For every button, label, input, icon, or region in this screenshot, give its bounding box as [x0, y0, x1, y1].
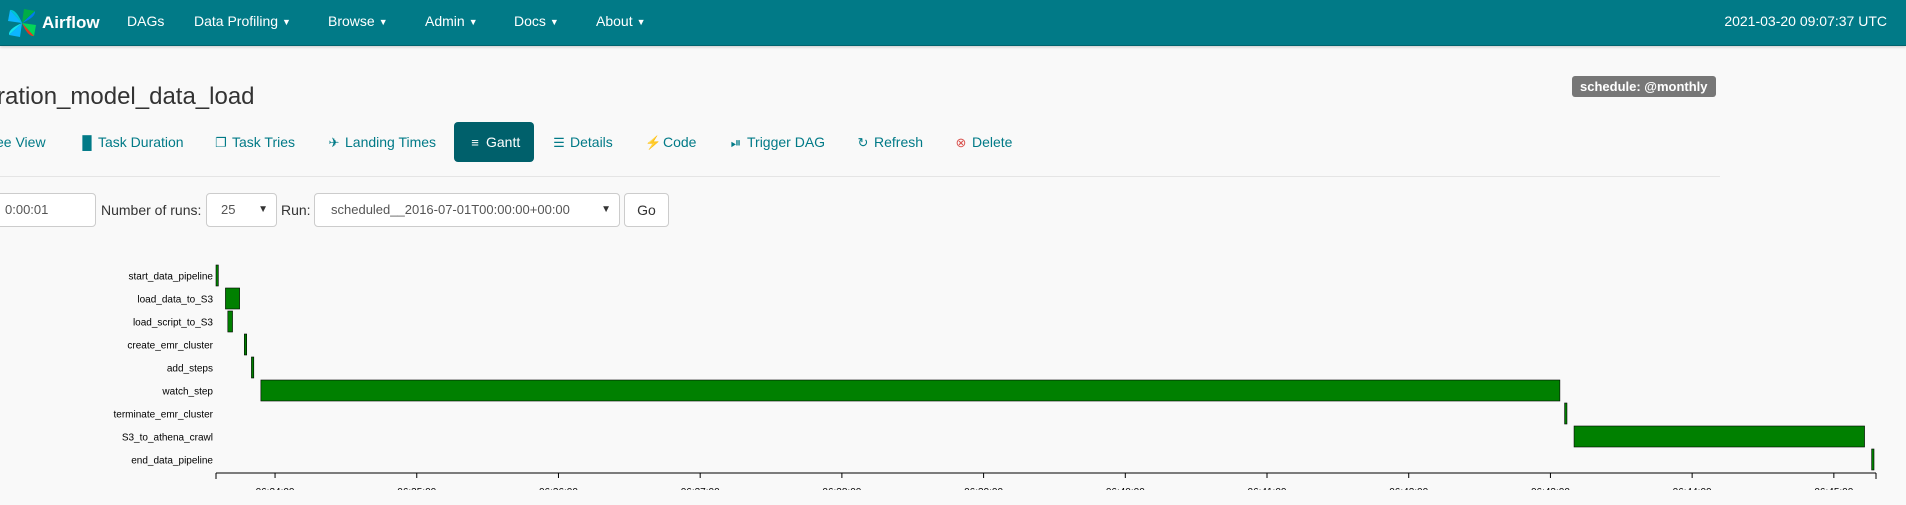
tab-task-duration[interactable]: █ Task Duration — [80, 122, 183, 162]
x-tick-label: 06:44:00 — [1673, 487, 1712, 490]
chevron-down-icon: ▼ — [282, 17, 291, 27]
x-tick-label: 06:34:00 — [256, 487, 295, 490]
go-button[interactable]: Go — [624, 193, 669, 227]
remove-circle-icon: ⊗ — [955, 135, 967, 150]
task-bar[interactable] — [1871, 448, 1875, 471]
nav-admin[interactable]: Admin ▼ — [425, 0, 478, 46]
x-tick-label: 06:37:00 — [681, 487, 720, 490]
chevron-down-icon: ▼ — [258, 204, 268, 215]
nav-dags[interactable]: DAGs — [127, 0, 164, 46]
tab-task-tries[interactable]: ❐ Task Tries — [214, 122, 295, 162]
nav-about[interactable]: About ▼ — [596, 0, 646, 46]
tab-gantt[interactable]: ≡ Gantt — [454, 122, 535, 162]
run-select[interactable]: scheduled__2016-07-01T00:00:00+00:00 ▼ — [314, 193, 620, 227]
task-bar[interactable] — [225, 287, 240, 310]
task-bar[interactable] — [215, 264, 219, 287]
chevron-down-icon: ▼ — [468, 17, 478, 27]
utc-clock[interactable]: 2021-03-20 09:07:37 UTC — [1724, 0, 1887, 46]
tab-tree-view[interactable]: ee View — [0, 122, 46, 162]
chevron-down-icon: ▼ — [549, 17, 559, 27]
task-bar[interactable] — [1573, 425, 1865, 448]
tab-landing-times[interactable]: ✈ Landing Times — [327, 122, 437, 162]
run-label: Run: — [281, 202, 311, 218]
task-bar[interactable] — [1564, 402, 1568, 425]
x-tick-label: 06:39:00 — [964, 487, 1003, 490]
brand-link[interactable]: Airflow — [6, 3, 100, 43]
task-label: create_emr_cluster — [127, 341, 213, 352]
tab-trigger-dag[interactable]: ⏯ Trigger DAG — [729, 122, 825, 162]
task-label: load_data_to_S3 — [137, 295, 213, 306]
task-label: end_data_pipeline — [131, 456, 213, 467]
task-label: start_data_pipeline — [128, 272, 213, 283]
tab-code[interactable]: ⚡ Code — [645, 122, 696, 162]
nav-data-profiling[interactable]: Data Profiling ▼ — [194, 0, 291, 46]
brand-text: Airflow — [42, 13, 100, 32]
chevron-down-icon: ▼ — [378, 17, 388, 27]
play-circle-icon: ⏯ — [730, 135, 742, 150]
schedule-badge: schedule: @monthly — [1572, 76, 1716, 97]
task-label: load_script_to_S3 — [133, 318, 213, 329]
nav-docs[interactable]: Docs ▼ — [514, 0, 559, 46]
tab-refresh[interactable]: ↻ Refresh — [856, 122, 923, 162]
task-bar[interactable] — [251, 356, 255, 379]
list-icon: ☰ — [553, 135, 565, 150]
x-tick-label: 06:41:00 — [1248, 487, 1287, 490]
tab-details[interactable]: ☰ Details — [552, 122, 613, 162]
task-label: add_steps — [167, 364, 213, 375]
nav-browse[interactable]: Browse ▼ — [328, 0, 388, 46]
x-tick-label: 06:43:00 — [1531, 487, 1570, 490]
dag-title: ration_model_data_load — [0, 83, 255, 110]
flash-icon: ⚡ — [645, 135, 662, 150]
chevron-down-icon: ▼ — [601, 204, 611, 215]
x-tick-label: 06:36:00 — [539, 487, 578, 490]
align-left-icon: ≡ — [471, 135, 479, 150]
bar-chart-icon: █ — [82, 135, 92, 150]
tab-delete[interactable]: ⊗ Delete — [954, 122, 1013, 162]
num-runs-select[interactable]: 25 ▼ — [206, 193, 277, 227]
task-label: terminate_emr_cluster — [114, 410, 214, 421]
x-tick-label: 06:38:00 — [822, 487, 861, 490]
x-tick-label: 06:35:00 — [397, 487, 436, 490]
top-navbar: Airflow DAGs Data Profiling ▼ Browse ▼ Adm… — [0, 0, 1906, 46]
gantt-chart: start_data_pipeline load_data_to_S3 load_s… — [114, 264, 1877, 490]
x-tick-label: 06:45:00 — [1814, 487, 1853, 490]
plane-icon: ✈ — [328, 135, 340, 150]
chevron-down-icon: ▼ — [636, 17, 646, 27]
refresh-icon: ↻ — [857, 135, 869, 150]
airflow-logo-icon — [8, 9, 36, 37]
task-bar[interactable] — [260, 379, 1561, 402]
task-label: S3_to_athena_crawl — [122, 433, 213, 444]
x-tick-label: 06:42:00 — [1389, 487, 1428, 490]
num-runs-label: Number of runs: — [101, 202, 202, 218]
tabs-divider — [0, 176, 1720, 177]
task-bar[interactable] — [227, 310, 233, 333]
base-date-input[interactable]: 0:00:01 — [0, 193, 96, 227]
files-icon: ❐ — [215, 135, 227, 150]
x-tick-label: 06:40:00 — [1106, 487, 1145, 490]
task-bar[interactable] — [244, 333, 248, 356]
task-label: watch_step — [161, 387, 213, 398]
